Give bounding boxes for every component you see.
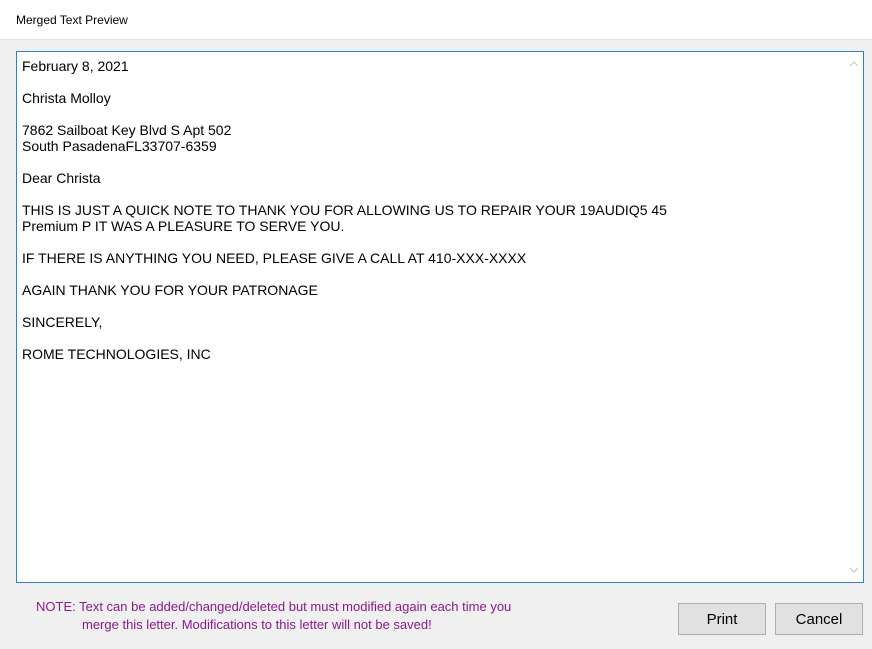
note-line-2: merge this letter. Modifications to this… [82,617,432,632]
chevron-down-icon[interactable] [845,561,863,579]
title-bar: Merged Text Preview [0,0,872,40]
window-title: Merged Text Preview [16,13,128,27]
modification-note: NOTE: Text can be added/changed/deleted … [36,598,676,634]
print-button[interactable]: Print [678,603,766,635]
cancel-button[interactable]: Cancel [775,603,863,635]
chevron-up-icon[interactable] [845,55,863,73]
merged-text-content[interactable]: February 8, 2021 Christa Molloy 7862 Sai… [17,52,845,582]
vertical-scrollbar[interactable] [845,52,863,582]
note-line-1: NOTE: Text can be added/changed/deleted … [36,599,512,614]
merged-text-editor[interactable]: February 8, 2021 Christa Molloy 7862 Sai… [16,51,864,583]
